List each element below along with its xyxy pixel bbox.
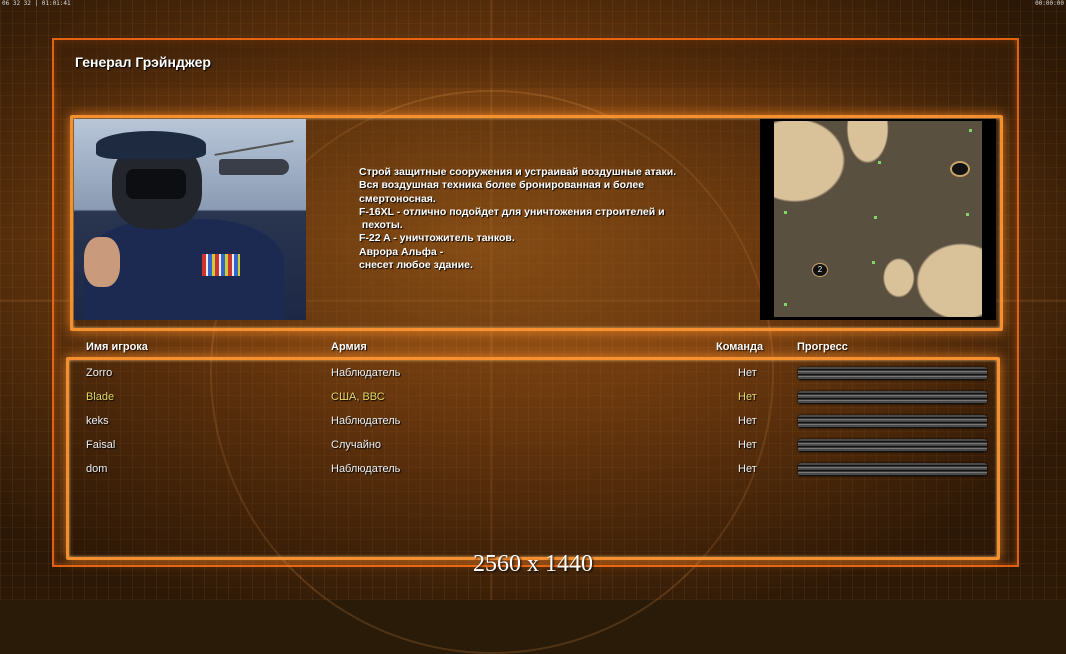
player-name: Faisal: [86, 439, 116, 451]
player-name: keks: [86, 415, 109, 427]
header-progress: Прогресс: [797, 341, 848, 353]
player-army: Наблюдатель: [331, 367, 401, 379]
minimap: 2: [760, 119, 996, 320]
player-row: keks Наблюдатель Нет: [0, 415, 1066, 439]
description-line: Аврора Альфа -: [359, 245, 444, 258]
player-row: dom Наблюдатель Нет: [0, 463, 1066, 487]
portrait-helicopter: [219, 159, 289, 175]
minimap-unit-dot: [784, 303, 787, 306]
player-row: Zorro Наблюдатель Нет: [0, 367, 1066, 391]
player-team: Нет: [738, 391, 757, 403]
minimap-start-position: [950, 161, 970, 177]
player-progress-bar: [798, 367, 987, 380]
player-team: Нет: [738, 367, 757, 379]
general-portrait: [74, 119, 306, 320]
minimap-unit-dot: [969, 129, 972, 132]
portrait-hand: [84, 237, 120, 287]
minimap-unit-dot: [966, 213, 969, 216]
header-army: Армия: [331, 341, 367, 353]
minimap-unit-dot: [874, 216, 877, 219]
header-team: Команда: [716, 341, 764, 353]
minimap-unit-dot: [784, 211, 787, 214]
description-line: Строй защитные сооружения и устраивай во…: [359, 166, 677, 178]
player-army: Наблюдатель: [331, 415, 401, 427]
player-army: Случайно: [331, 439, 382, 451]
player-team: Нет: [738, 439, 757, 451]
minimap-player-marker: 2: [812, 263, 828, 277]
player-team: Нет: [738, 463, 757, 475]
general-title: Генерал Грэйнджер: [75, 54, 211, 70]
portrait-cap: [96, 131, 206, 159]
general-description: Строй защитные сооружения и устраивай во…: [359, 166, 739, 272]
portrait-medals: [202, 254, 240, 276]
player-progress-bar: [798, 463, 987, 476]
player-progress-bar: [798, 439, 987, 452]
debug-overlay: 06 32 32 | 01:01:41 00:00:00: [0, 0, 1066, 8]
player-army: США, ВВС: [331, 391, 385, 403]
portrait-visor: [126, 169, 186, 199]
minimap-unit-dot: [872, 261, 875, 264]
header-player-name: Имя игрока: [86, 341, 148, 353]
description-line: снесет любое здание.: [359, 259, 473, 272]
player-name: dom: [86, 463, 108, 475]
player-army: Наблюдатель: [331, 463, 401, 475]
description-line: смертоносная.: [359, 192, 436, 205]
debug-overlay-left: 06 32 32 | 01:01:41: [2, 0, 71, 7]
minimap-terrain: 2: [774, 121, 982, 317]
description-line: F-16XL - отлично подойдет для уничтожени…: [359, 205, 665, 218]
player-progress-bar: [798, 391, 987, 404]
description-line: пехоты.: [359, 219, 403, 232]
resolution-watermark: 2560 x 1440: [473, 551, 593, 577]
debug-overlay-right: 00:00:00: [1035, 0, 1064, 7]
description-line: F-22 A - уничтожитель танков.: [359, 232, 515, 245]
player-name: Blade: [86, 391, 115, 403]
description-line: Вся воздушная техника более бронированна…: [359, 179, 645, 192]
player-row: Blade США, ВВС Нет: [0, 391, 1066, 415]
minimap-unit-dot: [878, 161, 881, 164]
portrait-rotor: [214, 140, 294, 156]
player-team: Нет: [738, 415, 757, 427]
player-name: Zorro: [86, 367, 113, 379]
player-progress-bar: [798, 415, 987, 428]
player-row: Faisal Случайно Нет: [0, 439, 1066, 463]
